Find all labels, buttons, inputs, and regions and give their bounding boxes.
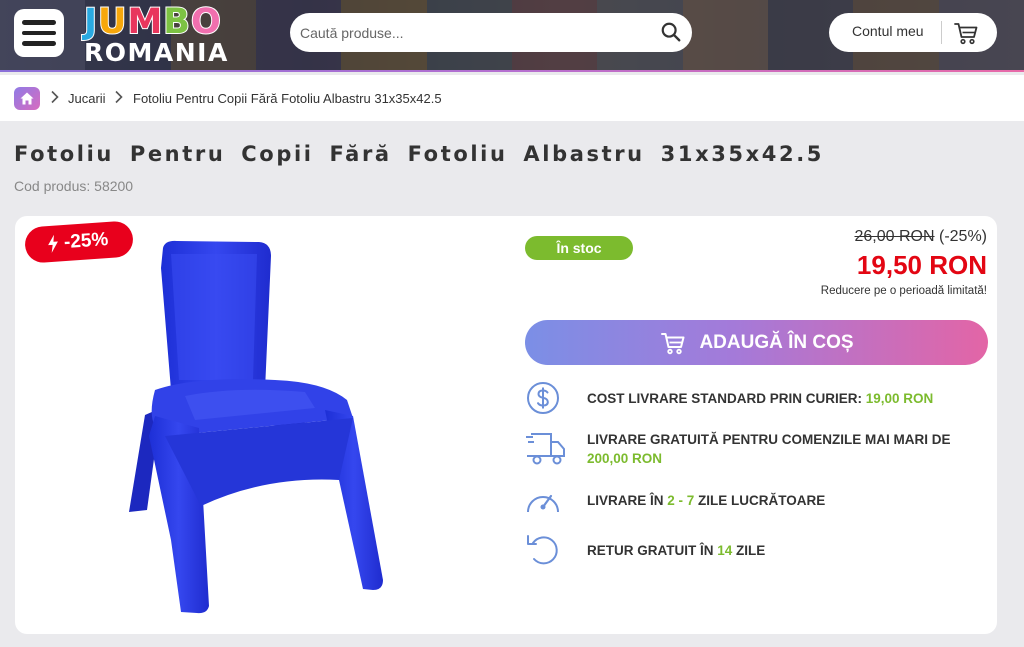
cart-icon: [661, 332, 685, 354]
speedometer-icon: [527, 494, 559, 513]
page-title: Fotoliu Pentru Copii Fără Fotoliu Albast…: [14, 142, 824, 166]
free-delivery-label: LIVRARE GRATUITĂ PENTRU COMENZILE MAI MA…: [587, 432, 951, 447]
add-to-cart-button[interactable]: ADAUGĂ ÎN COȘ: [525, 320, 988, 365]
delivery-time-suffix: ZILE LUCRĂTOARE: [694, 492, 826, 508]
free-return-value: 14: [717, 542, 733, 558]
home-icon: [20, 92, 34, 105]
product-code: Cod produs: 58200: [14, 178, 134, 194]
delivery-time-text: LIVRARE ÎN 2 - 7 ZILE LUCRĂTOARE: [587, 491, 825, 510]
old-price: 26,00 RON (-25%): [854, 228, 987, 246]
delivery-time-prefix: LIVRARE ÎN: [587, 492, 668, 508]
search-bar: [290, 13, 692, 52]
free-return-suffix: ZILE: [732, 542, 766, 558]
header-gradient-strip: [0, 70, 1024, 72]
free-return-row: RETUR GRATUIT ÎN 14 ZILE: [525, 532, 765, 568]
cart-icon[interactable]: [953, 20, 979, 46]
delivery-time-row: LIVRARE ÎN 2 - 7 ZILE LUCRĂTOARE: [525, 482, 825, 518]
logo-romania-text: ROMANIA: [84, 38, 229, 67]
delivery-truck-icon: [526, 433, 565, 465]
stock-badge: În stoc: [525, 236, 633, 260]
search-input[interactable]: [300, 13, 650, 52]
discount-badge: -25%: [23, 220, 135, 264]
site-header: JUMBO ROMANIA Contul meu: [0, 0, 1024, 72]
breadcrumb-item-current: Fotoliu Pentru Copii Fără Fotoliu Albast…: [133, 91, 442, 106]
free-delivery-value: 200,00 RON: [587, 451, 663, 466]
return-arrow-icon: [527, 535, 558, 565]
menu-icon-line: [22, 20, 56, 25]
chevron-right-icon: [115, 90, 123, 104]
free-delivery-text: LIVRARE GRATUITĂ PENTRU COMENZILE MAI MA…: [587, 430, 967, 468]
search-icon[interactable]: [660, 21, 682, 43]
breadcrumb-item-jucarii[interactable]: Jucarii: [68, 91, 106, 106]
product-image[interactable]: [125, 240, 385, 614]
breadcrumb: Jucarii Fotoliu Pentru Copii Fără Fotoli…: [0, 75, 1024, 121]
shipping-cost-value: 19,00 RON: [865, 390, 934, 406]
home-button[interactable]: [14, 87, 40, 110]
promo-note: Reducere pe o perioadă limitată!: [820, 285, 987, 297]
menu-icon-line: [22, 30, 56, 36]
delivery-time-value: 2 - 7: [667, 492, 695, 508]
shipping-cost-text: COST LIVRARE STANDARD PRIN CURIER: 19,00…: [587, 389, 933, 408]
menu-icon-line: [22, 41, 56, 46]
old-price-discount: (-25%): [938, 228, 987, 245]
logo-jumbo-text: JUMBO: [83, 1, 222, 43]
chevron-right-icon: [51, 90, 59, 104]
free-delivery-row: LIVRARE GRATUITĂ PENTRU COMENZILE MAI MA…: [525, 430, 967, 468]
dollar-coin-icon: [527, 382, 559, 414]
shipping-cost-row: COST LIVRARE STANDARD PRIN CURIER: 19,00…: [525, 380, 933, 416]
product-card: -25% În stoc 26,00 RON (-25%) 19,50 RON …: [15, 216, 997, 634]
account-area: Contul meu: [829, 13, 997, 52]
current-price: 19,50 RON: [856, 250, 987, 280]
add-to-cart-label: ADAUGĂ ÎN COȘ: [699, 331, 854, 353]
menu-button[interactable]: [14, 9, 64, 57]
site-logo[interactable]: JUMBO ROMANIA: [82, 1, 242, 68]
free-return-prefix: RETUR GRATUIT ÎN: [587, 542, 718, 558]
lightning-icon: [48, 234, 58, 253]
free-return-text: RETUR GRATUIT ÎN 14 ZILE: [587, 541, 765, 560]
old-price-value: 26,00 RON: [854, 228, 935, 245]
discount-badge-label: -25%: [63, 228, 109, 254]
divider: [941, 21, 942, 44]
shipping-cost-label: COST LIVRARE STANDARD PRIN CURIER:: [587, 390, 866, 406]
account-link[interactable]: Contul meu: [852, 23, 924, 39]
